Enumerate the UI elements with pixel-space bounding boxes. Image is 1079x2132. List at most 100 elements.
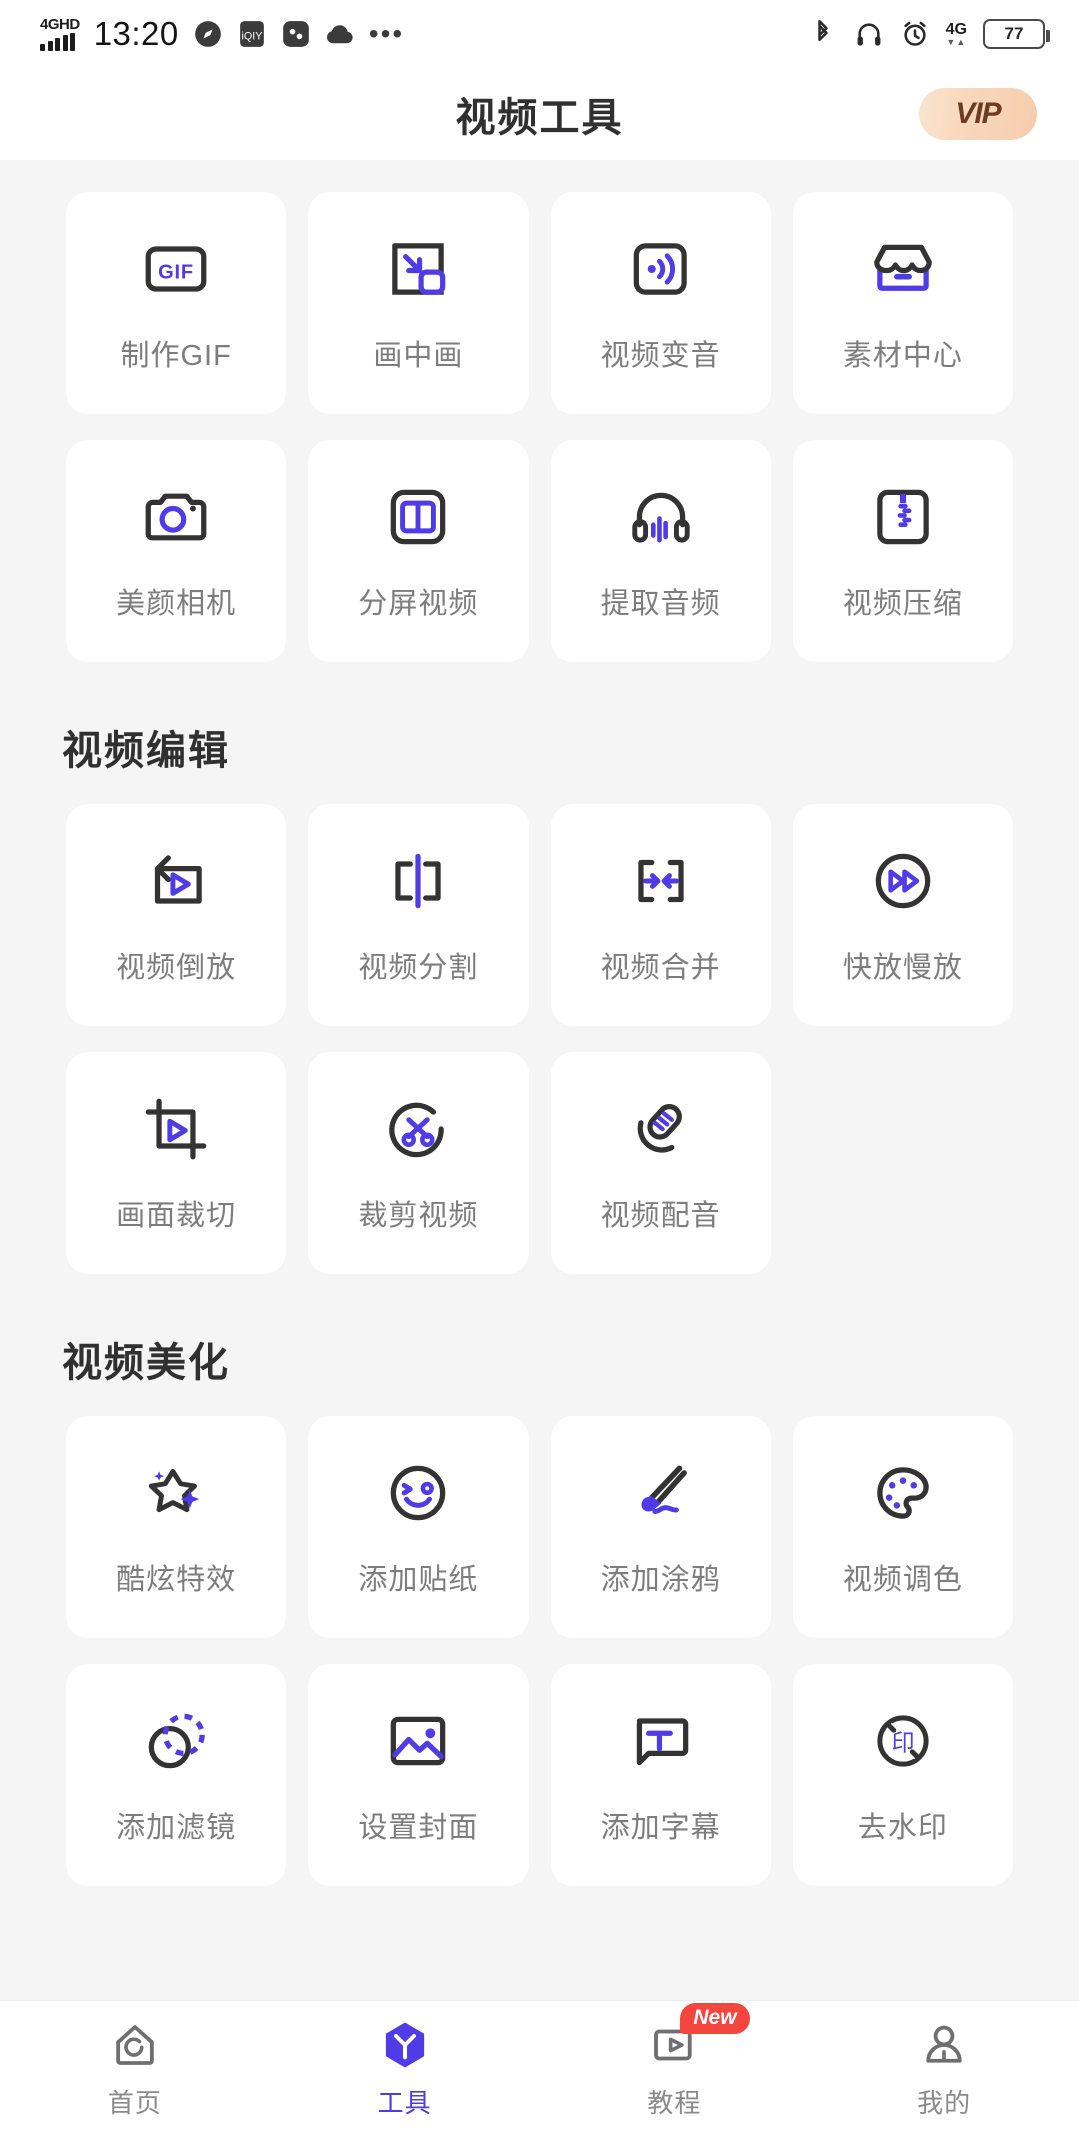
tool-card-label: 制作GIF [120, 340, 232, 372]
home-icon [107, 2017, 163, 2073]
tool-card-label: 添加贴纸 [358, 1564, 479, 1596]
tool-card-label: 视频调色 [842, 1564, 963, 1596]
tool-card[interactable]: 分屏视频 [308, 440, 529, 662]
tool-card-label: 画面裁切 [116, 1200, 237, 1232]
tool-sections: GIF 制作GIF 画中画 视频变音 素材中心 美颜相机 分屏视频 提取音频 视频… [0, 160, 1079, 1886]
tool-card[interactable]: GIF 制作GIF [66, 192, 287, 414]
tool-card[interactable]: 视频调色 [792, 1416, 1013, 1638]
tool-card-label: 素材中心 [842, 340, 963, 372]
filter-icon [139, 1704, 213, 1778]
star-sparkle-icon [139, 1456, 213, 1530]
profile-icon [916, 2017, 972, 2073]
tab-label: 工具 [377, 2088, 432, 2118]
svg-text:GIF: GIF [158, 261, 194, 283]
tool-grid: 视频倒放 视频分割 视频合并 快放慢放 画面裁切 裁剪视频 视频配音 [0, 804, 1079, 1274]
tab-home[interactable]: 首页 [0, 2017, 270, 2120]
network-label: 4GHD [40, 16, 80, 33]
tab-label: 我的 [917, 2088, 972, 2118]
tool-card[interactable]: 视频合并 [550, 804, 771, 1026]
tool-card-label: 快放慢放 [842, 952, 963, 984]
bottom-navigation[interactable]: 首页 工具 New 教程 我的 [0, 2000, 1079, 2132]
tool-card-label: 视频变音 [600, 340, 721, 372]
tool-card[interactable]: 视频分割 [308, 804, 529, 1026]
headphone-audio-icon [624, 480, 698, 554]
tab-label: 首页 [107, 2088, 162, 2118]
status-time: 13:20 [93, 15, 179, 52]
tab-tutorial-video[interactable]: New 教程 [540, 2003, 810, 2120]
tool-card[interactable]: 视频配音 [550, 1052, 771, 1274]
tool-card[interactable]: 酷炫特效 [66, 1416, 287, 1638]
iqiyi-icon: iQIY [237, 19, 267, 49]
vip-button[interactable]: VIP [919, 88, 1037, 140]
split-icon [381, 844, 455, 918]
headphones-icon [854, 19, 884, 49]
tool-grid: 酷炫特效 添加贴纸 添加涂鸦 视频调色 添加滤镜 设置封面 添加字幕 印去水印 [0, 1416, 1079, 1886]
tool-grid: GIF 制作GIF 画中画 视频变音 素材中心 美颜相机 分屏视频 提取音频 视频… [0, 160, 1079, 662]
tool-card[interactable]: 设置封面 [308, 1664, 529, 1886]
subtitle-icon [624, 1704, 698, 1778]
tool-card[interactable]: 提取音频 [550, 440, 771, 662]
page-title: 视频工具 [455, 96, 624, 140]
tool-card[interactable]: 画面裁切 [66, 1052, 287, 1274]
tool-card[interactable]: 美颜相机 [66, 440, 287, 662]
tool-card-label: 去水印 [857, 1812, 948, 1844]
watermark-icon: 印 [866, 1704, 940, 1778]
brush-icon [624, 1456, 698, 1530]
battery-icon: 77 [983, 19, 1050, 49]
tool-card-label: 画中画 [373, 340, 464, 372]
speed-icon [866, 844, 940, 918]
tool-card[interactable]: 印去水印 [792, 1664, 1013, 1886]
tool-card-label: 酷炫特效 [116, 1564, 237, 1596]
svg-text:印: 印 [891, 1730, 914, 1756]
status-bar-left: 4GHD 13:20 iQIY ••• [40, 15, 404, 53]
tool-card[interactable]: 添加字幕 [550, 1664, 771, 1886]
tool-card-label: 添加涂鸦 [600, 1564, 721, 1596]
tools-hexagon-icon [377, 2017, 433, 2073]
tool-card[interactable]: 快放慢放 [792, 804, 1013, 1026]
tool-card-label: 视频合并 [600, 952, 721, 984]
tool-card[interactable]: 添加滤镜 [66, 1664, 287, 1886]
bluetooth-icon [808, 19, 838, 49]
tab-profile[interactable]: 我的 [809, 2017, 1079, 2120]
tool-card[interactable]: 添加涂鸦 [550, 1416, 771, 1638]
voice-change-icon [624, 232, 698, 306]
gif-icon: GIF [139, 232, 213, 306]
tool-card-label: 视频配音 [600, 1200, 721, 1232]
scissors-icon [381, 1092, 455, 1166]
tab-tools-hexagon[interactable]: 工具 [270, 2017, 540, 2120]
mobile-data-arrows: ▼▲ [946, 36, 967, 47]
sticker-icon [381, 1456, 455, 1530]
compass-icon [193, 19, 223, 49]
tool-card[interactable]: 视频变音 [550, 192, 771, 414]
tab-label: 教程 [647, 2088, 702, 2118]
tool-card[interactable]: 添加贴纸 [308, 1416, 529, 1638]
svg-text:iQIY: iQIY [241, 30, 262, 42]
new-badge: New [680, 2003, 750, 2035]
status-bar: 4GHD 13:20 iQIY ••• 4G ▼▲ 77 [0, 0, 1079, 68]
tool-card[interactable]: 视频倒放 [66, 804, 287, 1026]
tool-card-label: 添加字幕 [600, 1812, 721, 1844]
picture-in-picture-icon [381, 232, 455, 306]
tool-card[interactable]: 画中画 [308, 192, 529, 414]
tool-card-label: 视频分割 [358, 952, 479, 984]
tool-card[interactable]: 素材中心 [792, 192, 1013, 414]
tutorial-video-icon: New [646, 2003, 750, 2073]
section-title: 视频美化 [62, 1341, 230, 1385]
status-bar-right: 4G ▼▲ 77 [808, 19, 1050, 49]
mobile-data-label: 4G [945, 20, 967, 38]
merge-icon [624, 844, 698, 918]
tool-card[interactable]: 视频压缩 [792, 440, 1013, 662]
tool-card-label: 提取音频 [600, 588, 721, 620]
tool-card[interactable]: 裁剪视频 [308, 1052, 529, 1274]
battery-level: 77 [1004, 24, 1024, 43]
store-icon [866, 232, 940, 306]
tool-card-label: 裁剪视频 [358, 1200, 479, 1232]
tool-card-label: 添加滤镜 [116, 1812, 237, 1844]
app-icon [281, 19, 311, 49]
tools-scroll-area[interactable]: GIF 制作GIF 画中画 视频变音 素材中心 美颜相机 分屏视频 提取音频 视频… [0, 160, 1079, 2000]
section-title: 视频编辑 [62, 729, 230, 773]
camera-icon [139, 480, 213, 554]
tool-card-label: 美颜相机 [116, 588, 237, 620]
more-dots-icon: ••• [368, 18, 405, 49]
split-screen-icon [381, 480, 455, 554]
